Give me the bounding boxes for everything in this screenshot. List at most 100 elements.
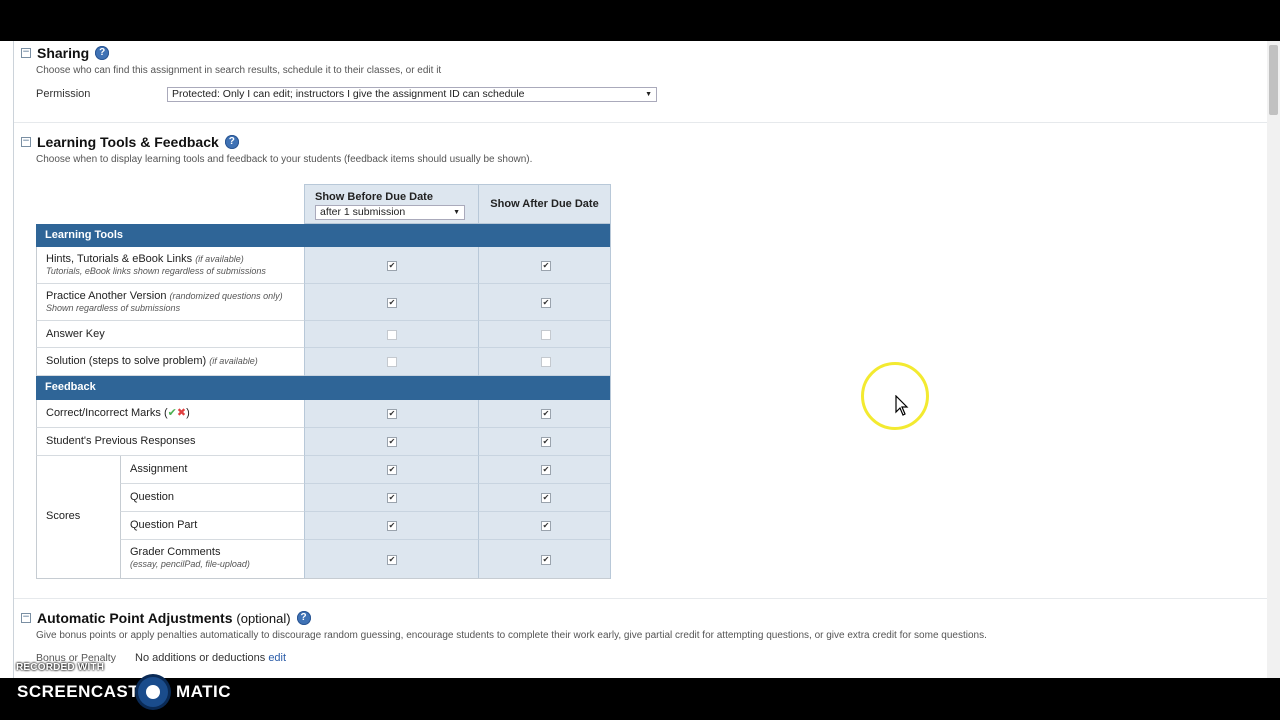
row-marks-close: ) [186,407,190,419]
row-label-question: Question [120,484,304,512]
row-practice-note: (randomized questions only) [169,291,283,301]
row-grader-text: Grader Comments [130,546,221,558]
checkbox-after-due-date[interactable]: ✔ [541,298,551,308]
permission-select[interactable]: Protected: Only I can edit; instructors … [167,87,657,102]
band-feedback: Feedback [36,376,611,400]
row-answer-key-text: Answer Key [46,328,105,340]
checkbox-cell-before [304,321,479,348]
collapse-adjustments-toggle[interactable]: − [21,613,31,623]
checkbox-cell-after: ✔ [478,484,611,512]
checkbox-after-due-date[interactable]: ✔ [541,493,551,503]
checkbox-cell-after [478,348,611,376]
section-divider [14,122,1268,123]
checkbox-cell-before: ✔ [304,484,479,512]
checkbox-after-due-date[interactable]: ✔ [541,521,551,531]
checkbox-after-due-date[interactable]: ✔ [541,437,551,447]
before-due-date-select-value: after 1 submission [320,206,406,218]
checkbox-after-due-date[interactable] [541,357,551,367]
checkbox-before-due-date[interactable]: ✔ [387,521,397,531]
checkbox-after-due-date[interactable]: ✔ [541,261,551,271]
sharing-title: Sharing [37,45,90,61]
edit-link[interactable]: edit [268,652,286,664]
checkbox-after-due-date[interactable]: ✔ [541,409,551,419]
row-question-part-text: Question Part [130,519,198,531]
adjustments-description: Give bonus points or apply penalties aut… [36,630,987,641]
checkbox-cell-after: ✔ [478,400,611,428]
permission-label: Permission [36,88,91,100]
screencast-brand-left: SCREENCAST [17,682,140,701]
assignment-settings-page: − Sharing ? Choose who can find this ass… [13,41,1268,678]
help-icon[interactable]: ? [296,611,311,625]
learning-tools-title: Learning Tools & Feedback [37,134,219,150]
row-question-text: Question [130,491,175,503]
row-assignment-text: Assignment [130,463,188,475]
checkbox-before-due-date[interactable]: ✔ [387,298,397,308]
checkbox-before-due-date[interactable]: ✔ [387,409,397,419]
checkbox-after-due-date[interactable]: ✔ [541,465,551,475]
help-icon[interactable]: ? [95,46,110,60]
row-hints-sub: Tutorials, eBook links shown regardless … [46,266,266,276]
chevron-down-icon: ▼ [645,91,652,98]
checkbox-cell-before: ✔ [304,247,479,284]
screencast-brand-right: MATIC [176,682,232,701]
checkbox-cell-before: ✔ [304,540,479,579]
checkbox-before-due-date[interactable]: ✔ [387,493,397,503]
row-practice-text: Practice Another Version [46,290,167,302]
collapse-learning-toggle[interactable]: − [21,137,31,147]
table-right-border [610,184,611,579]
collapse-sharing-toggle[interactable]: − [21,48,31,58]
row-label-hints: Hints, Tutorials & eBook Links (if avail… [36,247,304,284]
checkbox-cell-before [304,348,479,376]
row-label-grader-comments: Grader Comments (essay, pencilPad, file-… [120,540,304,579]
bonus-penalty-value: No additions or deductions edit [135,652,286,664]
sharing-header: − Sharing ? [21,45,110,61]
checkbox-before-due-date[interactable]: ✔ [387,555,397,565]
column-header-before: Show Before Due Date after 1 submission … [304,184,479,224]
checkbox-cell-after [478,321,611,348]
screencast-logo-icon [138,677,168,707]
row-label-practice: Practice Another Version (randomized que… [36,284,304,321]
chevron-down-icon: ▼ [453,209,460,216]
row-previous-text: Student's Previous Responses [46,435,196,447]
checkbox-after-due-date[interactable] [541,330,551,340]
checkbox-cell-before: ✔ [304,512,479,540]
adjustments-title: Automatic Point Adjustments (optional) [37,610,291,626]
checkbox-cell-before: ✔ [304,428,479,456]
row-practice-sub: Shown regardless of submissions [46,303,181,313]
checkbox-before-due-date[interactable] [387,330,397,340]
checkbox-before-due-date[interactable]: ✔ [387,437,397,447]
checkbox-after-due-date[interactable]: ✔ [541,555,551,565]
row-marks-text: Correct/Incorrect Marks ( [46,407,168,419]
band-learning-tools: Learning Tools [36,224,611,247]
column-header-after: Show After Due Date [478,184,611,224]
row-hints-note: (if available) [195,254,244,264]
adjustments-header: − Automatic Point Adjustments (optional)… [21,610,311,626]
checkbox-cell-after: ✔ [478,247,611,284]
checkbox-cell-before: ✔ [304,284,479,321]
adjustments-title-text: Automatic Point Adjustments [37,610,233,626]
vertical-scrollbar[interactable] [1267,41,1280,678]
checkbox-before-due-date[interactable]: ✔ [387,261,397,271]
scrollbar-thumb[interactable] [1269,45,1278,115]
checkbox-before-due-date[interactable]: ✔ [387,465,397,475]
column-header-before-label: Show Before Due Date [315,191,433,203]
row-label-question-part: Question Part [120,512,304,540]
row-hints-text: Hints, Tutorials & eBook Links [46,253,193,265]
help-icon[interactable]: ? [224,135,239,149]
checkbox-cell-after: ✔ [478,512,611,540]
row-solution-note: (if available) [209,356,258,366]
before-due-date-select[interactable]: after 1 submission ▼ [315,205,465,220]
checkbox-cell-after: ✔ [478,428,611,456]
row-label-assignment: Assignment [120,456,304,484]
permission-select-value: Protected: Only I can edit; instructors … [172,88,525,100]
row-label-previous-responses: Student's Previous Responses [36,428,304,456]
checkbox-before-due-date[interactable] [387,357,397,367]
row-label-answer-key: Answer Key [36,321,304,348]
learning-tools-header: − Learning Tools & Feedback ? [21,134,239,150]
bonus-penalty-text: No additions or deductions [135,652,266,664]
table-bottom-border [36,578,611,579]
checkbox-cell-after: ✔ [478,284,611,321]
row-label-marks: Correct/Incorrect Marks (✔✖) [36,400,304,428]
learning-tools-description: Choose when to display learning tools an… [36,154,533,165]
adjustments-optional: (optional) [236,611,291,626]
